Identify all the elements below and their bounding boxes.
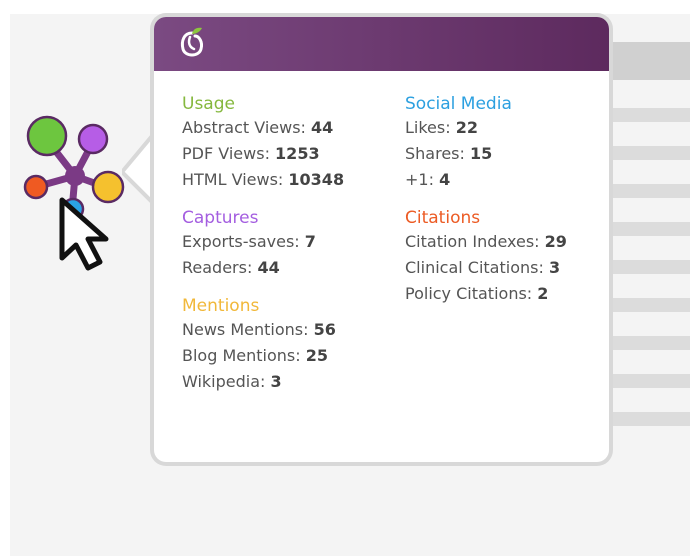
metric-row: Likes: 22 [405,115,567,141]
metric-value: 44 [311,118,334,137]
metric-label: Readers: [182,258,253,277]
metric-value: 25 [305,346,328,365]
social-title: Social Media [405,94,512,114]
metric-row: HTML Views: 10348 [182,167,344,193]
metric-label: Wikipedia: [182,372,266,391]
right-column: Social Media Likes: 22 Shares: 15 +1: 4 … [405,93,567,321]
metric-value: 7 [304,232,316,251]
usage-section: Usage Abstract Views: 44 PDF Views: 1253… [182,93,344,193]
metric-label: Shares: [405,144,465,163]
metric-row: Citation Indexes: 29 [405,229,567,255]
metric-row: PDF Views: 1253 [182,141,344,167]
metric-value: 56 [313,320,336,339]
metric-row: +1: 4 [405,167,567,193]
metric-label: Abstract Views: [182,118,306,137]
metric-label: Citation Indexes: [405,232,540,251]
metric-label: Exports-saves: [182,232,300,251]
mentions-section: Mentions News Mentions: 56 Blog Mentions… [182,295,344,395]
citations-section: Citations Citation Indexes: 29 Clinical … [405,207,567,307]
metric-label: Clinical Citations: [405,258,544,277]
metric-value: 15 [470,144,493,163]
metric-row: Blog Mentions: 25 [182,343,344,369]
metric-value: 44 [257,258,280,277]
metric-label: +1: [405,170,434,189]
plumx-badge[interactable] [20,108,130,278]
metric-label: News Mentions: [182,320,309,339]
metric-value: 2 [537,284,549,303]
usage-title: Usage [182,94,235,114]
metric-row: Shares: 15 [405,141,567,167]
metric-row: Abstract Views: 44 [182,115,344,141]
metric-row: Clinical Citations: 3 [405,255,567,281]
metric-label: Policy Citations: [405,284,533,303]
metrics-popup: Usage Abstract Views: 44 PDF Views: 1253… [154,17,609,462]
plumx-flower-icon[interactable] [23,115,125,221]
metric-row: Exports-saves: 7 [182,229,344,255]
metric-row: Readers: 44 [182,255,344,281]
left-column: Usage Abstract Views: 44 PDF Views: 1253… [182,93,344,409]
metric-value: 4 [439,170,451,189]
plum-logo-icon [180,27,203,57]
metric-value: 29 [544,232,567,251]
citations-title: Citations [405,208,481,228]
metric-row: News Mentions: 56 [182,317,344,343]
metric-value: 22 [455,118,478,137]
popup-header [154,17,609,71]
mentions-title: Mentions [182,296,260,316]
social-section: Social Media Likes: 22 Shares: 15 +1: 4 [405,93,567,193]
metric-row: Wikipedia: 3 [182,369,344,395]
metric-value: 3 [270,372,282,391]
metric-label: PDF Views: [182,144,270,163]
metric-label: Likes: [405,118,451,137]
metric-row: Policy Citations: 2 [405,281,567,307]
captures-section: Captures Exports-saves: 7 Readers: 44 [182,207,344,281]
metric-value: 1253 [275,144,320,163]
metric-value: 10348 [288,170,345,189]
metric-label: HTML Views: [182,170,284,189]
captures-title: Captures [182,208,259,228]
metric-value: 3 [548,258,561,277]
metric-label: Blog Mentions: [182,346,301,365]
